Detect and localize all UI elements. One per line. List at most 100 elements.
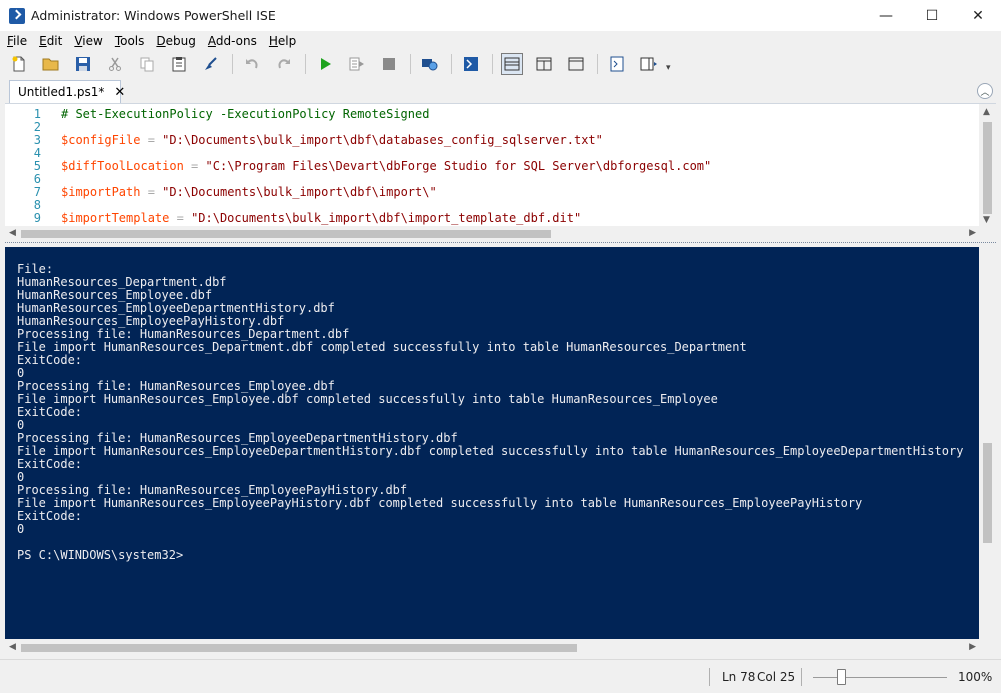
clear-console-button[interactable] bbox=[200, 53, 222, 75]
open-script-button[interactable] bbox=[40, 53, 62, 75]
code-token: "D:\Documents\bulk_import\dbf\import_tem… bbox=[191, 211, 582, 225]
stop-button[interactable] bbox=[378, 53, 400, 75]
toolbar-separator bbox=[492, 54, 493, 74]
close-window-button[interactable]: ✕ bbox=[955, 0, 1001, 31]
script-tab-row: Untitled1.ps1* ✕ ︿ bbox=[0, 79, 1001, 103]
save-script-button[interactable] bbox=[72, 53, 94, 75]
script-code: $diffToolLocation = "C:\Program Files\De… bbox=[61, 160, 711, 173]
line-number: 9 bbox=[33, 211, 41, 225]
scroll-left-arrow-icon[interactable]: ◀ bbox=[9, 228, 16, 238]
script-code: $configFile = "D:\Documents\bulk_import\… bbox=[61, 134, 603, 147]
scroll-thumb[interactable] bbox=[21, 644, 577, 652]
scroll-down-arrow-icon[interactable]: ▼ bbox=[983, 215, 990, 225]
scroll-thumb[interactable] bbox=[983, 122, 992, 214]
run-selection-button[interactable] bbox=[346, 53, 368, 75]
show-script-pane-maximized-button[interactable] bbox=[565, 53, 587, 75]
copy-button[interactable] bbox=[136, 53, 158, 75]
undo-icon bbox=[246, 59, 258, 69]
code-token: $importTemplate bbox=[61, 211, 170, 225]
console-vertical-scrollbar[interactable] bbox=[979, 247, 996, 639]
console-output-line: ExitCode: bbox=[17, 457, 83, 471]
console-output-line: File import HumanResources_EmployeeDepar… bbox=[17, 444, 964, 458]
scissors-icon bbox=[109, 57, 121, 71]
layout-right-icon bbox=[536, 57, 552, 71]
broom-icon bbox=[205, 57, 217, 70]
status-divider bbox=[709, 668, 710, 686]
show-script-pane-right-button[interactable] bbox=[533, 53, 555, 75]
code-token: "D:\Documents\bulk_import\dbf\databases_… bbox=[162, 133, 603, 147]
script-code: $importTemplate = "D:\Documents\bulk_imp… bbox=[61, 212, 581, 225]
scroll-left-arrow-icon[interactable]: ◀ bbox=[9, 642, 16, 652]
toolbar-separator bbox=[410, 54, 411, 74]
show-command-window-button[interactable] bbox=[606, 53, 628, 75]
tab-untitled1[interactable]: Untitled1.ps1* ✕ bbox=[9, 80, 125, 103]
script-code: # Set-ExecutionPolicy -ExecutionPolicy R… bbox=[61, 108, 429, 121]
remote-powershell-button[interactable] bbox=[419, 53, 441, 75]
script-horizontal-scrollbar[interactable]: ◀ ▶ bbox=[5, 226, 996, 241]
status-line-number: Ln 78 bbox=[722, 670, 756, 684]
menu-bar: File Edit View Tools Debug Add-ons Help bbox=[0, 31, 1001, 51]
run-script-button[interactable] bbox=[314, 53, 336, 75]
menu-help[interactable]: Help bbox=[262, 34, 301, 48]
title-bar: Administrator: Windows PowerShell ISE — … bbox=[0, 0, 1001, 31]
show-command-addon-button[interactable] bbox=[638, 53, 660, 75]
menu-debug[interactable]: Debug bbox=[149, 34, 200, 48]
console-horizontal-scrollbar[interactable]: ◀ ▶ bbox=[5, 639, 996, 657]
menu-view[interactable]: View bbox=[67, 34, 107, 48]
menu-tools[interactable]: Tools bbox=[108, 34, 150, 48]
toolbar-separator bbox=[232, 54, 233, 74]
toolbar-overflow-icon[interactable]: ▾ bbox=[666, 63, 671, 73]
tab-label: Untitled1.ps1* bbox=[18, 85, 105, 99]
window-controls: — ☐ ✕ bbox=[863, 0, 1001, 31]
code-token: $configFile bbox=[61, 133, 141, 147]
start-powershell-button[interactable] bbox=[460, 53, 482, 75]
status-column-number: Col 25 bbox=[757, 670, 796, 684]
menu-file[interactable]: File bbox=[0, 34, 32, 48]
undo-button[interactable] bbox=[241, 53, 263, 75]
code-token: "C:\Program Files\Devart\dbForge Studio … bbox=[205, 159, 712, 173]
window-title: Administrator: Windows PowerShell ISE bbox=[31, 8, 276, 23]
menu-add-ons[interactable]: Add-ons bbox=[201, 34, 262, 48]
scroll-thumb[interactable] bbox=[21, 230, 551, 238]
menu-edit[interactable]: Edit bbox=[32, 34, 67, 48]
new-file-icon bbox=[12, 56, 25, 72]
close-tab-icon[interactable]: ✕ bbox=[114, 85, 125, 100]
toolbar-separator bbox=[305, 54, 306, 74]
script-editor[interactable]: ▲ ▼ 1 # Set-ExecutionPolicy -ExecutionPol… bbox=[5, 103, 996, 227]
pane-splitter[interactable] bbox=[5, 242, 996, 246]
console-output-line: 0 bbox=[17, 522, 25, 536]
code-token: = bbox=[183, 159, 206, 173]
code-token: = bbox=[140, 185, 163, 199]
show-script-pane-top-button[interactable] bbox=[501, 53, 523, 75]
new-script-button[interactable] bbox=[8, 53, 30, 75]
console-output-line: ExitCode: bbox=[17, 405, 83, 419]
folder-icon bbox=[42, 58, 59, 71]
toolbar-separator bbox=[451, 54, 452, 74]
scroll-right-arrow-icon[interactable]: ▶ bbox=[969, 642, 976, 652]
scroll-right-arrow-icon[interactable]: ▶ bbox=[969, 228, 976, 238]
copy-icon bbox=[140, 57, 154, 72]
powershell-icon bbox=[9, 7, 25, 24]
clipboard-icon bbox=[172, 57, 186, 72]
play-icon bbox=[321, 58, 331, 70]
toolbar: ▾ bbox=[0, 51, 1001, 77]
redo-button[interactable] bbox=[273, 53, 295, 75]
scroll-thumb[interactable] bbox=[983, 443, 992, 543]
toolbar-separator bbox=[597, 54, 598, 74]
layout-max-icon bbox=[568, 57, 584, 71]
zoom-slider-thumb[interactable] bbox=[837, 669, 846, 685]
paste-button[interactable] bbox=[168, 53, 190, 75]
status-bar: Ln 78 Col 25 100% bbox=[0, 659, 1001, 693]
collapse-script-pane-button[interactable]: ︿ bbox=[977, 83, 993, 99]
layout-top-icon bbox=[504, 57, 520, 71]
save-icon bbox=[76, 57, 90, 71]
minimize-button[interactable]: — bbox=[863, 0, 909, 31]
zoom-slider-track[interactable] bbox=[813, 677, 947, 678]
console-prompt: PS C:\WINDOWS\system32> bbox=[17, 548, 184, 562]
maximize-button[interactable]: ☐ bbox=[909, 0, 955, 31]
script-vertical-scrollbar[interactable]: ▲ ▼ bbox=[979, 104, 996, 227]
console-pane[interactable]: File: HumanResources_Department.dbf HumanR… bbox=[5, 247, 979, 639]
scroll-up-arrow-icon[interactable]: ▲ bbox=[983, 107, 990, 117]
console-output-line: ExitCode: bbox=[17, 509, 83, 523]
cut-button[interactable] bbox=[104, 53, 126, 75]
